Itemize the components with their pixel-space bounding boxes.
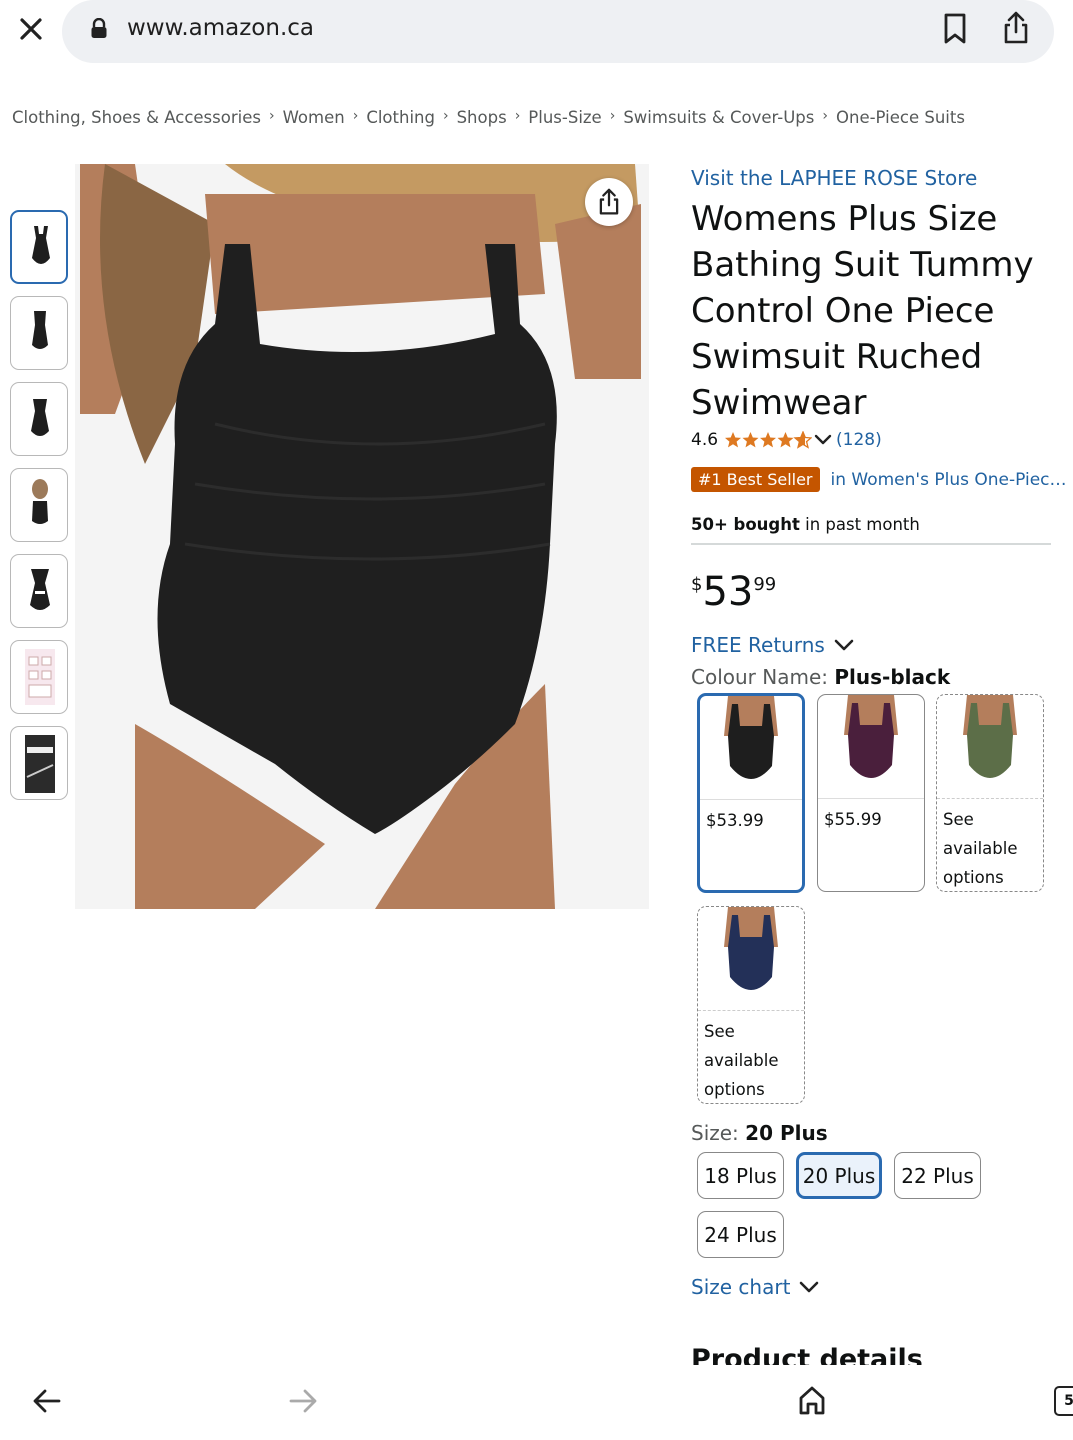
swimsuit-thumbnail-image: [30, 569, 50, 610]
thumbnail-4[interactable]: [10, 468, 68, 542]
colour-name-label: Colour Name: Plus-black: [691, 665, 950, 689]
best-seller-row: #1 Best Seller in Women's Plus One-Piec…: [691, 467, 1067, 492]
bought-in-past-month: 50+ bought in past month: [691, 515, 920, 534]
colour-swatch-green[interactable]: See available options: [936, 694, 1044, 892]
swatch-image: [698, 907, 804, 1011]
browser-bottom-nav: 5: [0, 1370, 1073, 1440]
thumbnail-7[interactable]: [10, 726, 68, 800]
free-returns-link[interactable]: FREE Returns: [691, 633, 855, 657]
chevron-down-icon: [814, 434, 832, 445]
swatch-price: $55.99: [824, 810, 882, 829]
size-option-22-plus[interactable]: 22 Plus: [894, 1152, 981, 1199]
size-label-prefix: Size:: [691, 1121, 746, 1145]
fabric-chart-thumbnail-image: [25, 649, 55, 705]
breadcrumb-item[interactable]: Clothing: [366, 108, 435, 127]
price-whole: 53: [702, 569, 754, 615]
bought-suffix: in past month: [799, 515, 920, 534]
bought-count: 50+ bought: [691, 515, 800, 534]
lock-icon: [91, 18, 107, 38]
star-rating-icons: [724, 431, 812, 449]
close-icon[interactable]: [14, 12, 48, 46]
tab-switcher-button[interactable]: 5: [1054, 1386, 1073, 1416]
chevron-down-icon: [834, 639, 854, 651]
thumbnail-5[interactable]: [10, 554, 68, 628]
swatch-image: [700, 696, 802, 800]
price-fraction: 99: [753, 574, 777, 595]
size-label: Size: 20 Plus: [691, 1121, 828, 1145]
divider: [691, 543, 1051, 545]
breadcrumb-item[interactable]: Women: [283, 108, 345, 127]
colour-selected-value: Plus-black: [834, 665, 951, 689]
tab-count: 5: [1064, 1393, 1073, 1409]
rating-value: 4.6: [691, 430, 719, 450]
breadcrumb-item[interactable]: One-Piece Suits: [836, 108, 965, 127]
forward-arrow-icon[interactable]: [288, 1388, 318, 1414]
breadcrumb: Clothing, Shoes & Accessories › Women › Cl…: [12, 108, 965, 127]
swatch-image: [818, 695, 924, 799]
price: $ 53 99: [691, 566, 776, 618]
swimsuit-thumbnail-image: [32, 226, 50, 264]
colour-swatch-purple[interactable]: $55.99: [817, 694, 925, 892]
star-icon: [725, 431, 812, 449]
product-details-heading: Product details: [691, 1344, 923, 1365]
bookmark-icon[interactable]: [940, 12, 970, 46]
breadcrumb-item[interactable]: Clothing, Shoes & Accessories: [12, 108, 261, 127]
breadcrumb-item[interactable]: Swimsuits & Cover-Ups: [623, 108, 814, 127]
swimsuit-thumbnail-image: [32, 479, 48, 524]
product-title: Womens Plus Size Bathing Suit Tummy Cont…: [691, 199, 1034, 423]
size-chart-link[interactable]: Size chart: [691, 1275, 820, 1299]
thumbnail-2[interactable]: [10, 296, 68, 370]
swimsuit-thumbnail-image: [31, 399, 49, 436]
browser-top-bar: www.amazon.ca: [0, 0, 1073, 68]
colour-swatch-black[interactable]: $53.99: [697, 693, 805, 893]
image-share-button[interactable]: [585, 178, 633, 226]
breadcrumb-item[interactable]: Plus-Size: [528, 108, 601, 127]
share-icon: [599, 188, 619, 215]
size-selected-value: 20 Plus: [745, 1121, 828, 1145]
swimsuit-thumbnail-image: [32, 311, 48, 349]
swatch-image: [937, 695, 1043, 799]
best-seller-category-link[interactable]: in Women's Plus One-Piec…: [831, 470, 1067, 490]
free-returns-label: FREE Returns: [691, 633, 825, 657]
url-text: www.amazon.ca: [127, 15, 314, 41]
thumbnail-list: [10, 210, 70, 812]
rating-row[interactable]: 4.6 (128): [691, 430, 882, 450]
best-seller-badge: #1 Best Seller: [691, 467, 820, 492]
thumbnail-6[interactable]: [10, 640, 68, 714]
size-chart-label: Size chart: [691, 1275, 791, 1299]
address-bar[interactable]: www.amazon.ca: [62, 0, 1054, 63]
breadcrumb-item[interactable]: Shops: [457, 108, 507, 127]
chevron-down-icon: [800, 1281, 819, 1293]
store-link[interactable]: Visit the LAPHEE ROSE Store: [691, 166, 977, 190]
size-option-20-plus[interactable]: 20 Plus: [796, 1152, 882, 1199]
main-product-image[interactable]: [75, 164, 649, 909]
review-count-link[interactable]: (128): [836, 430, 882, 450]
size-option-18-plus[interactable]: 18 Plus: [697, 1152, 784, 1199]
thumbnail-1[interactable]: [10, 210, 68, 284]
price-symbol: $: [691, 574, 703, 595]
back-arrow-icon[interactable]: [32, 1388, 62, 1414]
swatch-see-options: See available options: [704, 1022, 779, 1099]
size-option-24-plus[interactable]: 24 Plus: [697, 1211, 784, 1258]
thumbnail-3[interactable]: [10, 382, 68, 456]
power-graphic-thumbnail-image: [25, 735, 55, 793]
swatch-see-options: See available options: [943, 810, 1018, 887]
colour-label-prefix: Colour Name:: [691, 665, 835, 689]
swatch-price: $53.99: [706, 811, 764, 830]
share-icon[interactable]: [1000, 10, 1032, 46]
home-icon[interactable]: [797, 1384, 827, 1416]
colour-swatch-navy[interactable]: See available options: [697, 906, 805, 1104]
